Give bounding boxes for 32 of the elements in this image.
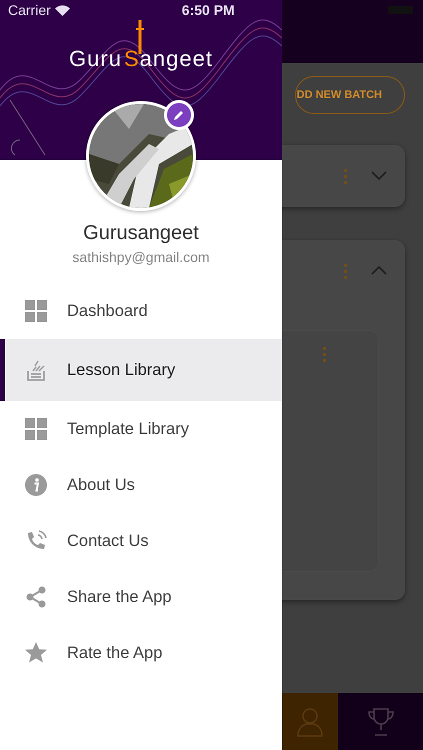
logo-text: Sangeet xyxy=(124,46,213,72)
info-icon xyxy=(25,474,47,496)
logo-text: Guru xyxy=(69,46,122,72)
menu-item[interactable]: Rate the App xyxy=(0,625,282,681)
chevron-up-icon[interactable] xyxy=(371,266,387,275)
menu-item[interactable]: Share the App xyxy=(0,569,282,625)
stack-icon xyxy=(26,359,46,381)
grid-icon xyxy=(25,300,47,322)
tab-button[interactable] xyxy=(282,693,338,750)
profile-email: sathishpy@gmail.com xyxy=(71,249,211,265)
more-icon[interactable] xyxy=(344,168,347,184)
wifi-icon xyxy=(54,4,70,16)
grid-icon xyxy=(25,418,47,440)
menu-item[interactable]: Dashboard xyxy=(0,283,282,339)
trophy-icon xyxy=(368,708,394,736)
more-icon[interactable] xyxy=(344,264,347,278)
status-time: 6:50 PM xyxy=(182,2,235,18)
tab-button[interactable] xyxy=(338,693,423,750)
menu-item[interactable]: Lesson Library xyxy=(0,339,282,401)
phone-icon xyxy=(25,530,47,552)
menu-item[interactable]: About Us xyxy=(0,457,282,513)
more-icon[interactable] xyxy=(323,347,326,362)
person-icon xyxy=(297,706,323,736)
pencil-icon xyxy=(173,109,185,121)
profile-name: Gurusangeet xyxy=(82,222,200,245)
menu-item[interactable]: Template Library xyxy=(0,401,282,457)
share-icon xyxy=(25,586,47,608)
menu-item[interactable]: Contact Us xyxy=(0,513,282,569)
carrier-label: Carrier xyxy=(8,2,51,18)
star-icon xyxy=(25,642,47,664)
add-batch-button[interactable]: DD NEW BATCH xyxy=(295,76,405,114)
chevron-down-icon[interactable] xyxy=(371,171,387,180)
